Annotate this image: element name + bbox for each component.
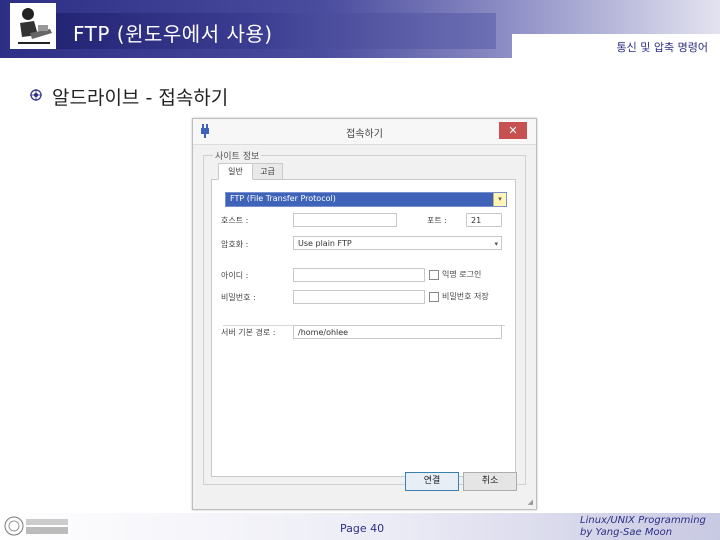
- dialog-title-bar[interactable]: 접속하기 ✕: [193, 119, 536, 145]
- host-field[interactable]: [293, 213, 397, 227]
- save-password-label: 비밀번호 저장: [442, 292, 489, 301]
- resize-grip-icon[interactable]: ◢: [528, 498, 533, 506]
- userid-label: 아이디 :: [221, 271, 249, 280]
- port-label: 포트 :: [427, 216, 447, 225]
- chevron-down-icon[interactable]: ▾: [493, 193, 506, 206]
- tab-general[interactable]: 일반: [218, 163, 253, 180]
- person-at-desk-icon: [10, 3, 56, 49]
- bullet-text: 알드라이브 - 접속하기: [52, 87, 229, 109]
- encryption-select[interactable]: Use plain FTP ▾: [293, 236, 502, 250]
- port-field[interactable]: 21: [466, 213, 502, 227]
- password-label: 비밀번호 :: [221, 293, 256, 302]
- connect-dialog: 접속하기 ✕ 사이트 정보 일반 고급 FTP (File Transfer P…: [192, 118, 537, 510]
- encryption-label: 암호화 :: [221, 240, 249, 249]
- slide-title: FTP (윈도우에서 사용): [73, 22, 273, 46]
- university-logo: [4, 516, 68, 536]
- cancel-button[interactable]: 취소: [463, 472, 517, 491]
- chevron-down-icon[interactable]: ▾: [494, 237, 498, 251]
- encryption-value: Use plain FTP: [298, 239, 352, 248]
- page-number: Page 40: [340, 522, 385, 535]
- credit-line-2: by Yang-Sae Moon: [580, 527, 673, 538]
- section-label-box: 통신 및 압축 명령어: [512, 34, 720, 58]
- credit-line-1: Linux/UNIX Programming: [580, 515, 706, 526]
- userid-field[interactable]: [293, 268, 425, 282]
- site-info-label: 사이트 정보: [213, 149, 262, 162]
- tab-advanced[interactable]: 고급: [252, 163, 283, 180]
- protocol-value: FTP (File Transfer Protocol): [230, 194, 336, 203]
- server-path-field[interactable]: /home/ohlee: [293, 325, 502, 339]
- bullet-gear-icon: [30, 89, 42, 101]
- close-button[interactable]: ✕: [499, 122, 527, 139]
- password-field[interactable]: [293, 290, 425, 304]
- server-path-label: 서버 기본 경로 :: [221, 328, 276, 337]
- connect-button[interactable]: 연결: [405, 472, 459, 491]
- slide-title-bar: FTP (윈도우에서 사용): [13, 13, 496, 49]
- host-label: 호스트 :: [221, 216, 249, 225]
- protocol-select[interactable]: FTP (File Transfer Protocol) ▾: [225, 192, 507, 207]
- anonymous-login-label: 익명 로그인: [442, 270, 482, 279]
- anonymous-login-checkbox[interactable]: [429, 270, 439, 280]
- course-credit: Linux/UNIX Programming by Yang-Sae Moon: [580, 515, 706, 539]
- section-label: 통신 및 압축 명령어: [616, 41, 708, 54]
- save-password-checkbox[interactable]: [429, 292, 439, 302]
- dialog-title: 접속하기: [346, 129, 383, 140]
